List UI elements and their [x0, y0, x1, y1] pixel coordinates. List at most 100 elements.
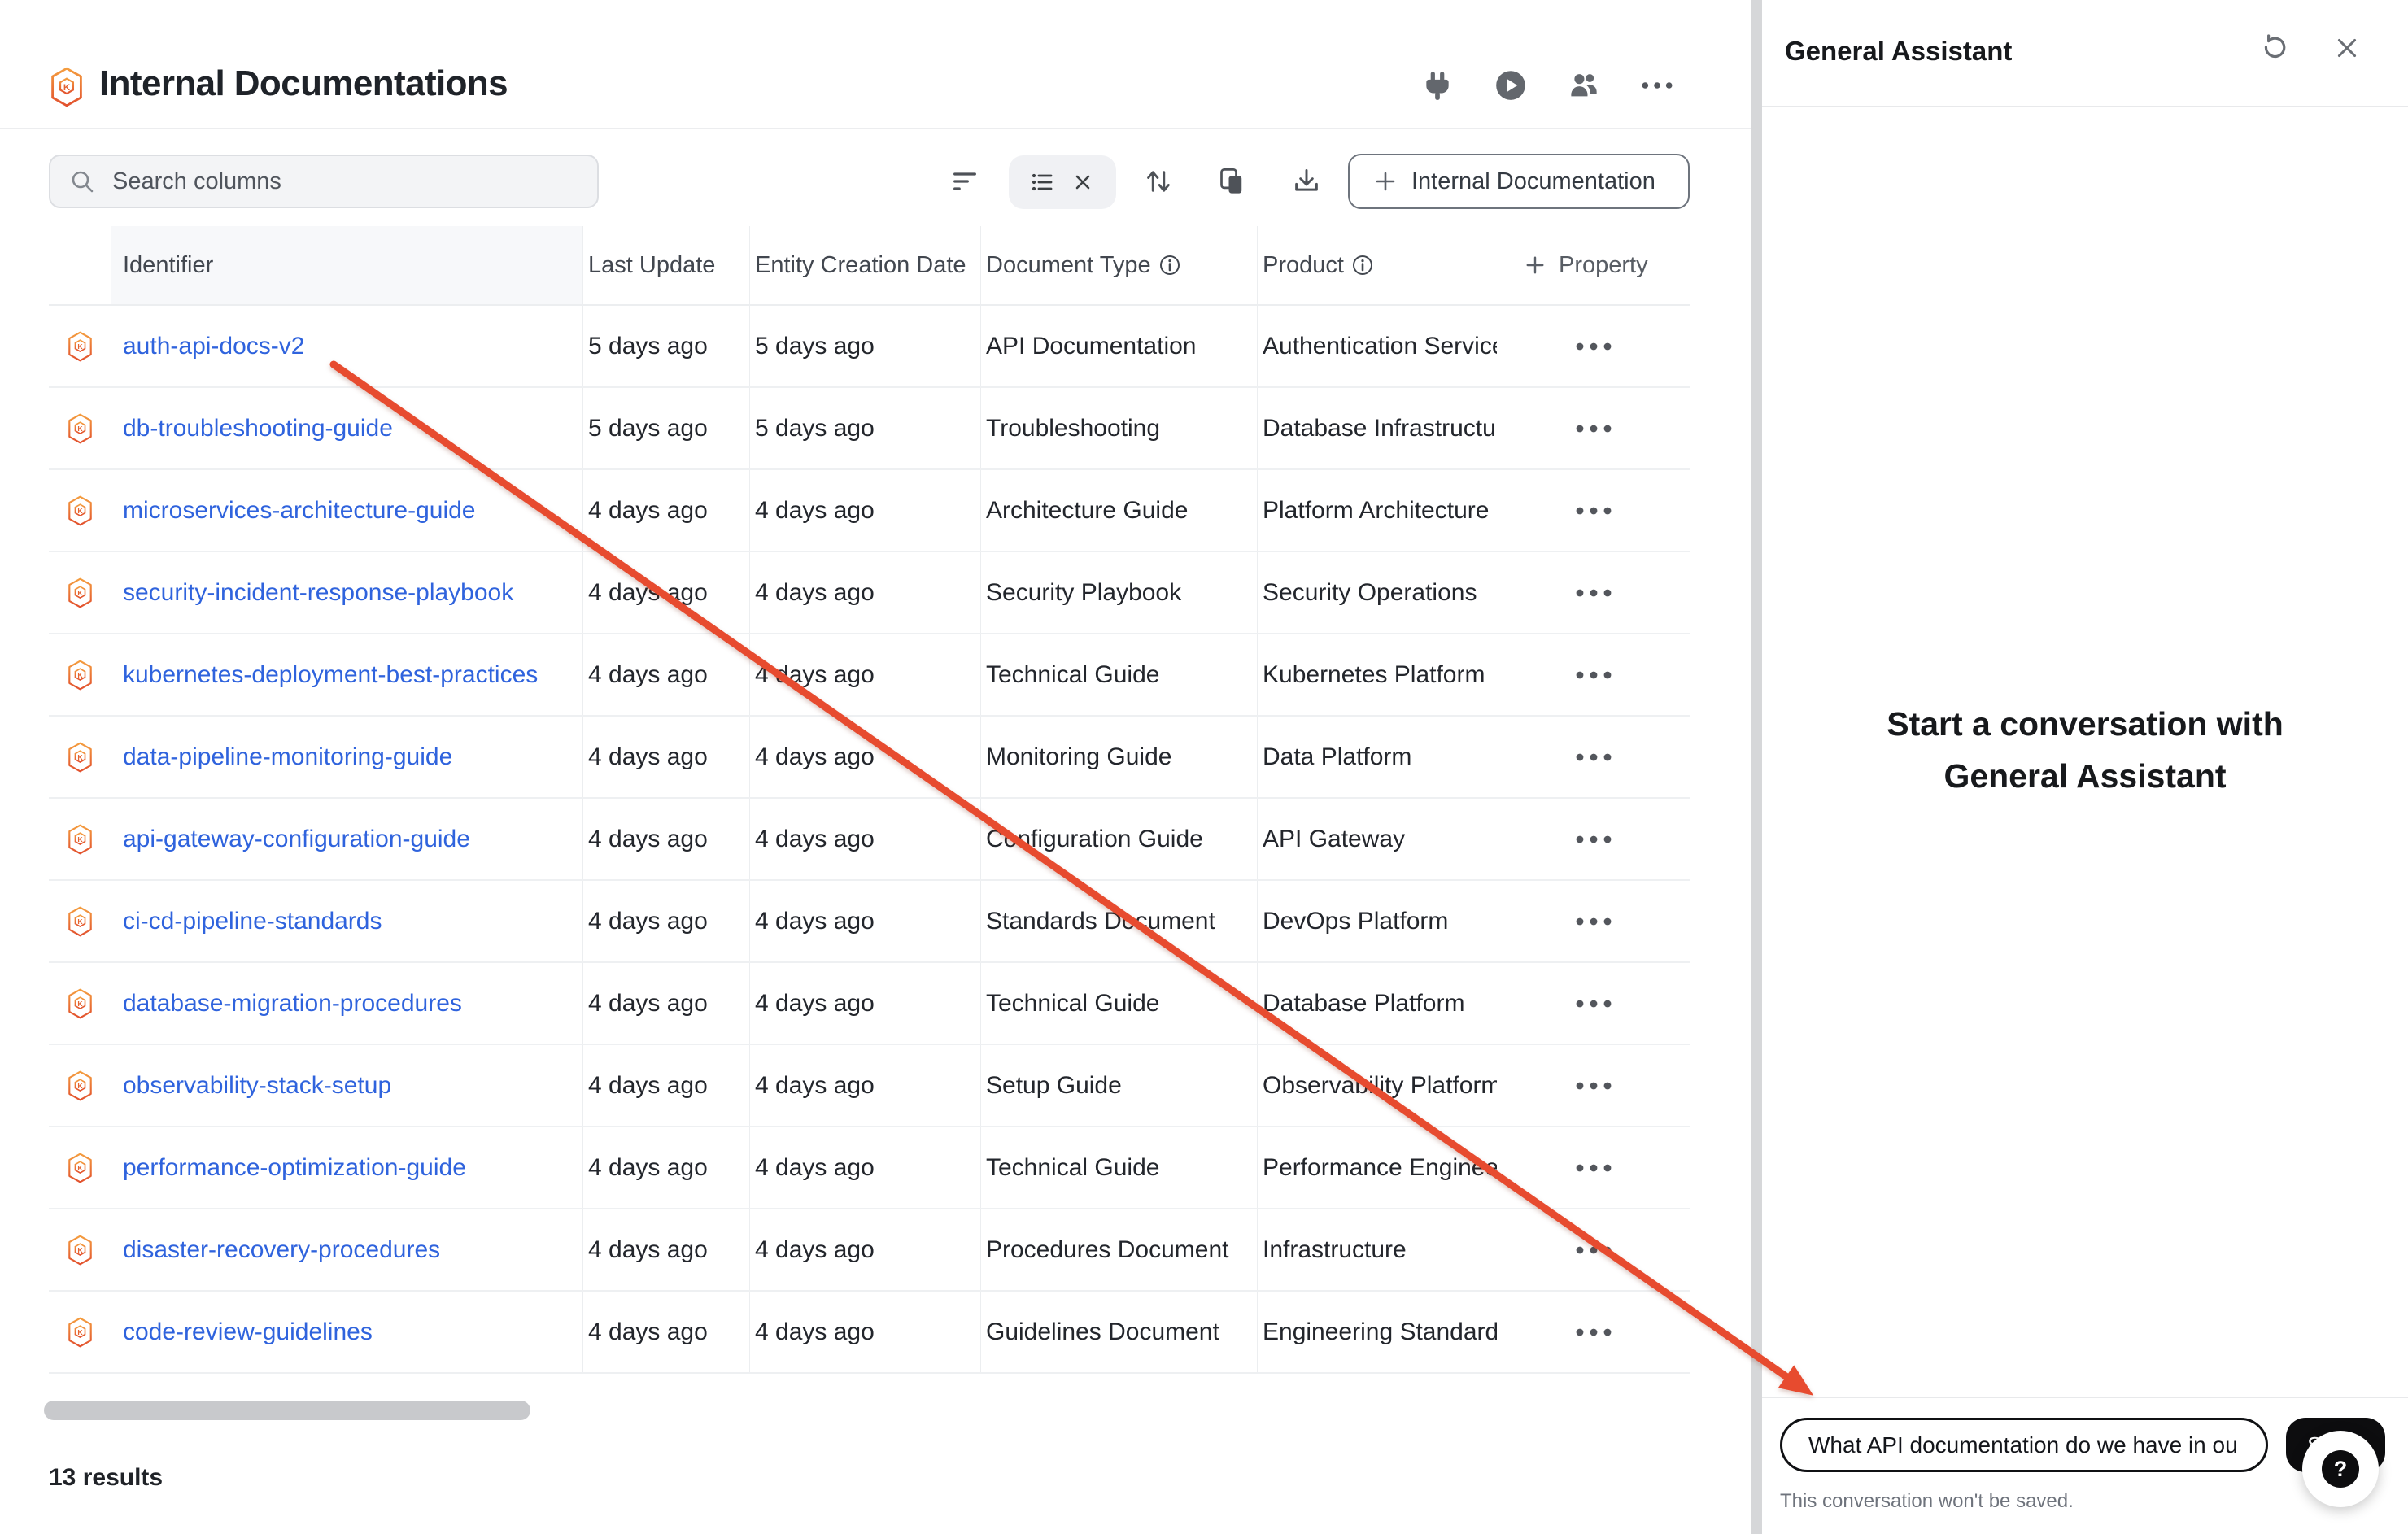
row-actions-slot [1497, 388, 1690, 470]
identifier-link[interactable]: microservices-architecture-guide [123, 497, 475, 525]
download-icon[interactable] [1280, 155, 1333, 208]
last-update-cell: 4 days ago [582, 1209, 749, 1290]
entity-creation-date-cell: 4 days ago [749, 881, 980, 961]
row-more-icon[interactable] [1564, 742, 1623, 773]
last-update-cell: 4 days ago [582, 1127, 749, 1208]
assistant-disclaimer: This conversation won't be saved. [1780, 1490, 2074, 1513]
identifier-link[interactable]: database-migration-procedures [123, 990, 462, 1018]
hexagon-k-icon [67, 413, 94, 444]
horizontal-scrollbar[interactable] [44, 1401, 530, 1420]
identifier-link[interactable]: db-troubleshooting-guide [123, 415, 393, 442]
column-header-identifier[interactable]: Identifier [111, 226, 582, 304]
row-more-icon[interactable] [1564, 1153, 1623, 1183]
row-more-icon[interactable] [1564, 1235, 1623, 1266]
last-update-cell: 4 days ago [582, 799, 749, 879]
search-icon [70, 169, 94, 194]
row-more-icon[interactable] [1564, 1317, 1623, 1348]
identifier-link[interactable]: data-pipeline-monitoring-guide [123, 743, 452, 771]
row-actions-slot [1497, 1209, 1690, 1292]
identifier-link[interactable]: security-incident-response-playbook [123, 579, 513, 607]
row-more-icon[interactable] [1564, 577, 1623, 608]
table-header-row: Identifier Last Update Entity Creation D… [49, 226, 1690, 306]
table-row: kubernetes-deployment-best-practices 4 d… [49, 634, 1690, 717]
identifier-link[interactable]: ci-cd-pipeline-standards [123, 908, 382, 935]
row-more-icon[interactable] [1564, 906, 1623, 937]
help-button[interactable]: ? [2302, 1431, 2379, 1507]
table-row: observability-stack-setup 4 days ago 4 d… [49, 1045, 1690, 1127]
identifier-link[interactable]: disaster-recovery-procedures [123, 1236, 440, 1264]
row-entity-icon [49, 634, 111, 715]
row-entity-icon [49, 1045, 111, 1126]
row-entity-icon [49, 552, 111, 633]
column-header-entity-creation-date[interactable]: Entity Creation Date [749, 226, 980, 304]
row-actions-slot [1497, 1045, 1690, 1127]
add-property-button[interactable]: Property [1497, 226, 1690, 306]
row-entity-icon [49, 717, 111, 797]
row-entity-icon [49, 470, 111, 551]
identifier-link[interactable]: code-review-guidelines [123, 1318, 373, 1346]
row-entity-icon [49, 799, 111, 879]
hexagon-k-icon [67, 1317, 94, 1348]
property-column-label: Property [1559, 252, 1648, 279]
column-header-last-update[interactable]: Last Update [582, 226, 749, 304]
last-update-cell: 4 days ago [582, 552, 749, 633]
last-update-cell: 5 days ago [582, 388, 749, 468]
row-actions-slot [1497, 306, 1690, 388]
hexagon-k-icon [67, 906, 94, 937]
assistant-panel: General Assistant Start a conversation w… [1762, 0, 2408, 1534]
document-type-cell: Procedures Document [980, 1209, 1257, 1290]
row-more-icon[interactable] [1564, 331, 1623, 362]
entity-creation-date-cell: 4 days ago [749, 1045, 980, 1126]
row-more-icon[interactable] [1564, 1070, 1623, 1101]
document-type-cell: Standards Document [980, 881, 1257, 961]
table-row: microservices-architecture-guide 4 days … [49, 470, 1690, 552]
hexagon-k-icon [67, 1070, 94, 1101]
row-actions-slot [1497, 470, 1690, 552]
identifier-link[interactable]: kubernetes-deployment-best-practices [123, 661, 538, 689]
document-type-cell: Technical Guide [980, 1127, 1257, 1208]
entity-creation-date-cell: 4 days ago [749, 470, 980, 551]
identifier-link[interactable]: auth-api-docs-v2 [123, 333, 304, 360]
list-view-icon[interactable] [1029, 169, 1055, 195]
hexagon-k-icon [67, 331, 94, 362]
assistant-footer-divider [1762, 1397, 2408, 1398]
more-icon[interactable] [1642, 70, 1673, 101]
table-row: disaster-recovery-procedures 4 days ago … [49, 1209, 1690, 1292]
main-content: Internal Documentations [0, 0, 1751, 1534]
search-input[interactable] [111, 168, 569, 196]
reset-conversation-icon[interactable] [2260, 34, 2288, 62]
row-more-icon[interactable] [1564, 413, 1623, 444]
row-more-icon[interactable] [1564, 824, 1623, 855]
play-icon[interactable] [1495, 70, 1526, 101]
results-count: 13 results [49, 1464, 163, 1492]
filter-icon[interactable] [938, 155, 992, 208]
row-entity-icon [49, 1292, 111, 1372]
row-more-icon[interactable] [1564, 660, 1623, 691]
row-more-icon[interactable] [1564, 988, 1623, 1019]
identifier-link[interactable]: observability-stack-setup [123, 1072, 391, 1100]
last-update-cell: 4 days ago [582, 634, 749, 715]
hexagon-k-icon [67, 988, 94, 1019]
column-header-document-type[interactable]: Document Type [980, 226, 1257, 304]
add-internal-documentation-button[interactable]: Internal Documentation [1348, 154, 1690, 209]
panel-divider[interactable] [1751, 0, 1762, 1534]
row-more-icon[interactable] [1564, 495, 1623, 526]
sort-icon[interactable] [1132, 155, 1185, 208]
document-type-cell: Technical Guide [980, 634, 1257, 715]
header-actions [1422, 70, 1673, 101]
row-actions-slot [1497, 634, 1690, 717]
close-panel-icon[interactable] [2333, 34, 2361, 62]
table-row: db-troubleshooting-guide 5 days ago 5 da… [49, 388, 1690, 470]
identifier-link[interactable]: performance-optimization-guide [123, 1154, 466, 1182]
info-icon [1159, 255, 1180, 276]
identifier-link[interactable]: api-gateway-configuration-guide [123, 826, 470, 853]
clear-view-icon[interactable] [1070, 169, 1096, 195]
document-type-cell: Monitoring Guide [980, 717, 1257, 797]
document-type-cell: Security Playbook [980, 552, 1257, 633]
copy-icon[interactable] [1206, 155, 1259, 208]
document-type-cell: Guidelines Document [980, 1292, 1257, 1372]
people-icon[interactable] [1568, 70, 1599, 101]
assistant-message-input[interactable] [1780, 1418, 2268, 1472]
row-actions-slot [1497, 799, 1690, 881]
plug-icon[interactable] [1422, 70, 1453, 101]
